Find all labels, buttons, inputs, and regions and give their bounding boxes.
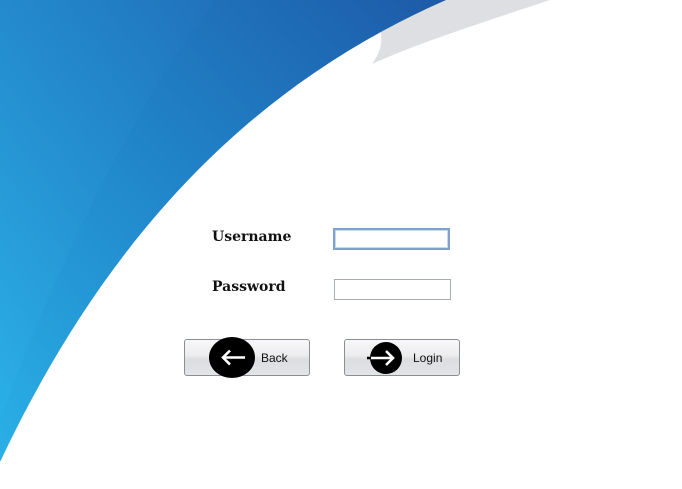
login-button[interactable]: Login	[344, 339, 460, 376]
password-field[interactable]	[334, 279, 451, 300]
arrow-right-icon	[367, 342, 402, 374]
back-button-label: Back	[261, 351, 288, 365]
username-field[interactable]	[333, 228, 450, 250]
back-button[interactable]: Back	[184, 337, 310, 378]
login-button-label: Login	[413, 351, 443, 365]
arrow-left-icon	[209, 337, 255, 378]
login-screen: Username Password Back Login	[0, 0, 682, 489]
password-label: Password	[212, 279, 286, 295]
username-label: Username	[212, 229, 292, 245]
